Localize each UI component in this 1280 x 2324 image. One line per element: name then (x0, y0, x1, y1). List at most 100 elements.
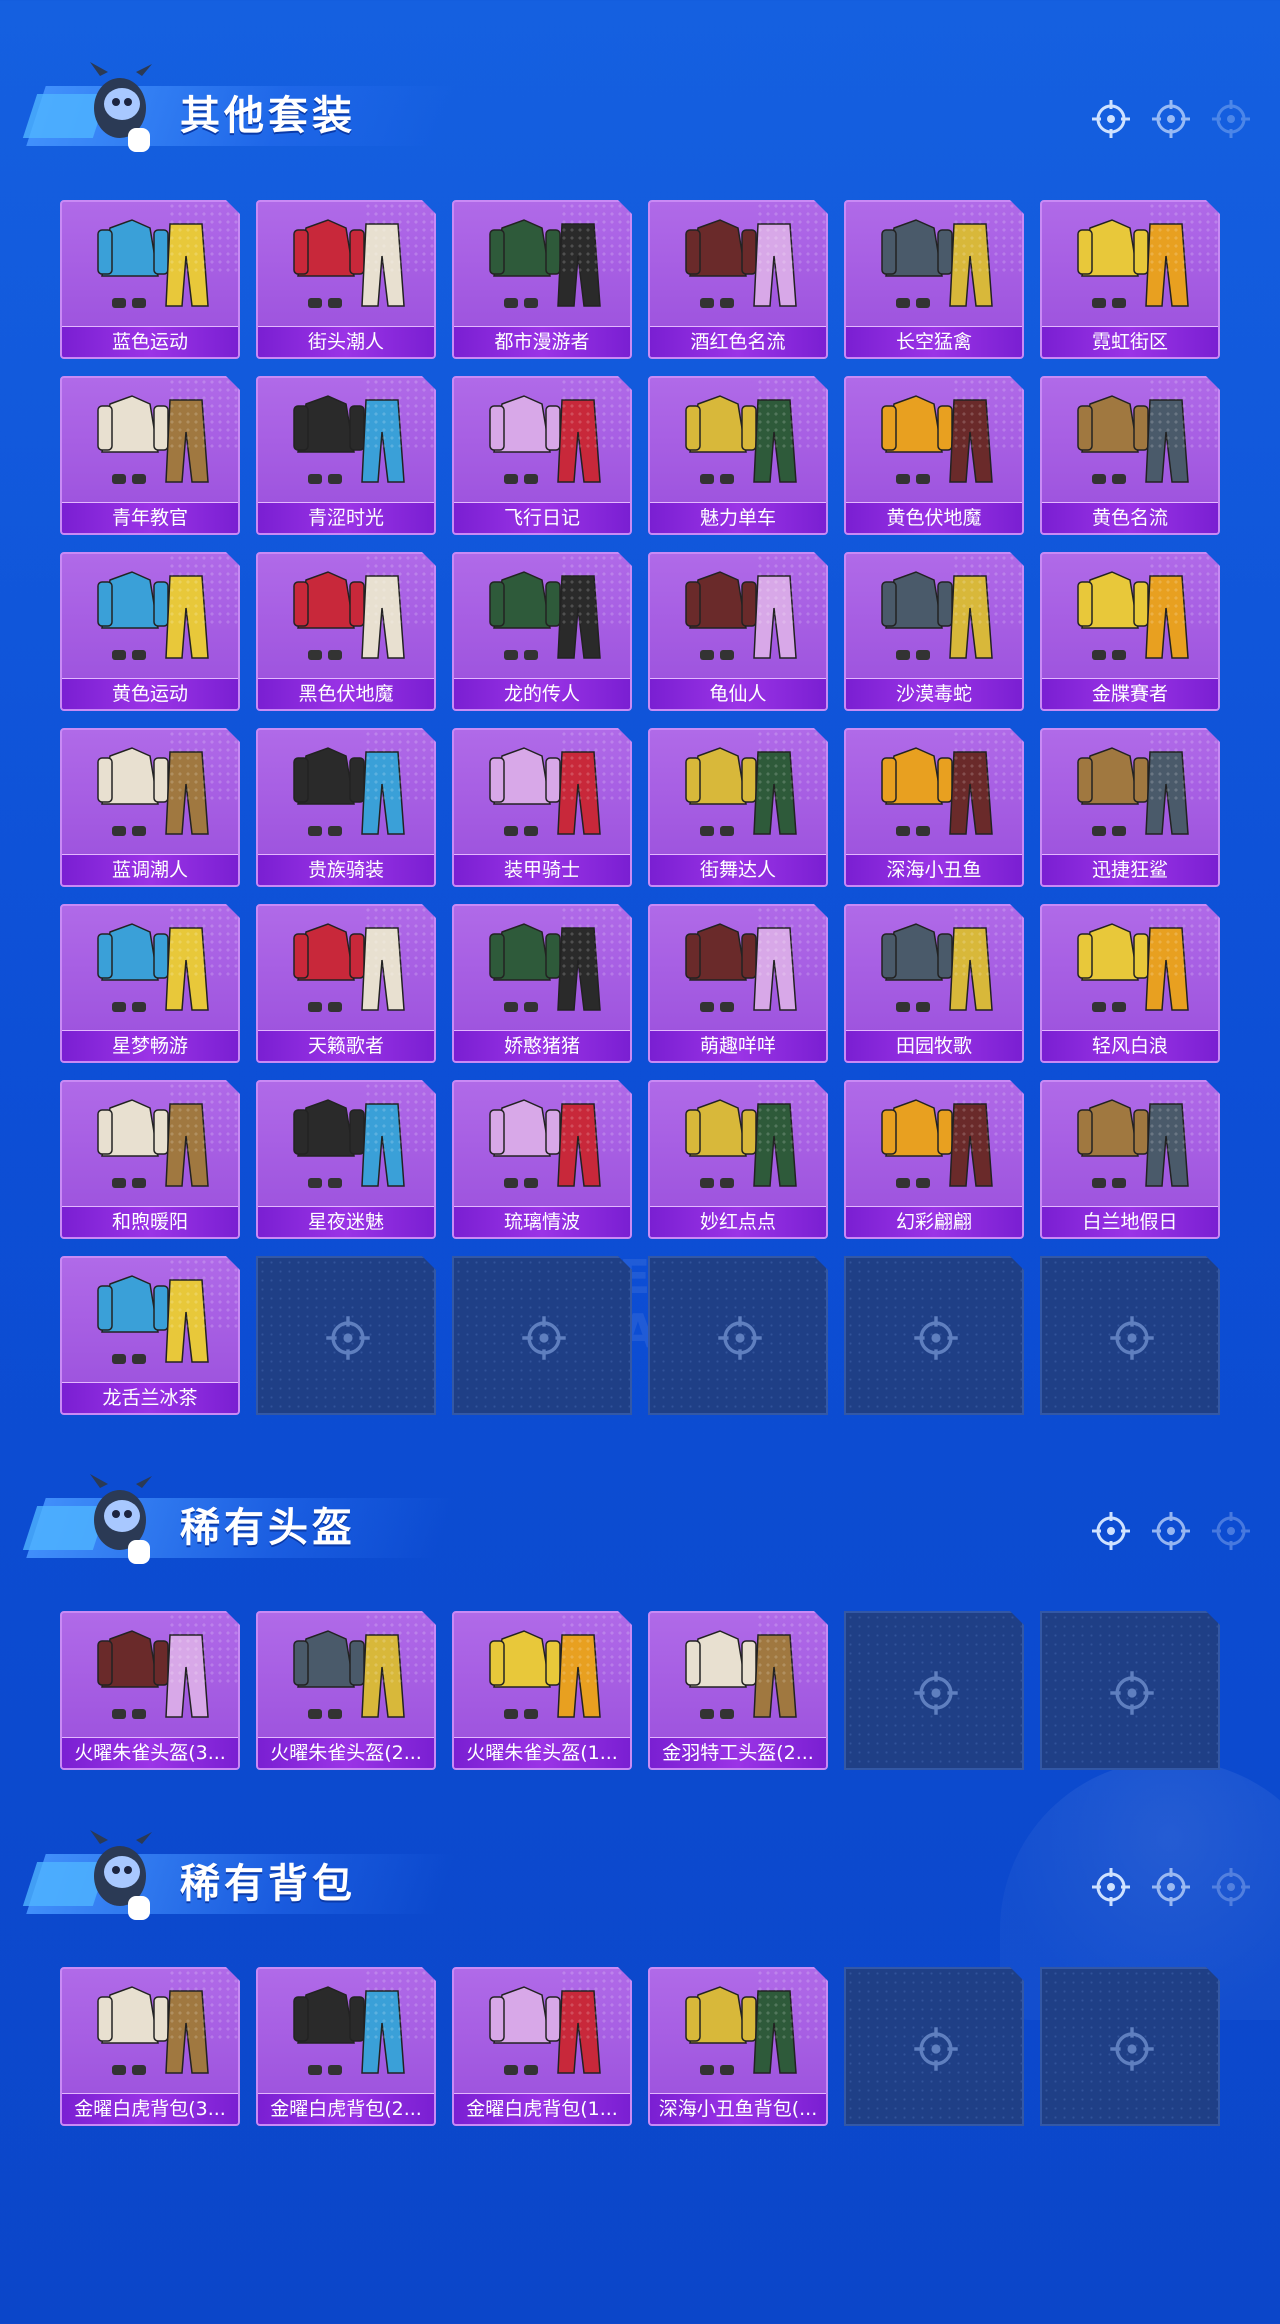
item-image (650, 206, 826, 328)
item-image (1042, 910, 1218, 1032)
item-image (454, 206, 630, 328)
item-card[interactable]: 都市漫游者 (452, 200, 632, 359)
item-card[interactable]: 飞行日记 (452, 376, 632, 535)
item-card[interactable]: 黄色名流 (1040, 376, 1220, 535)
empty-slot (256, 1256, 436, 1415)
item-card[interactable]: 霓虹街区 (1040, 200, 1220, 359)
item-name: 蓝调潮人 (62, 854, 238, 885)
item-card[interactable]: 火曜朱雀头盔(1... (452, 1611, 632, 1770)
empty-slot (844, 1967, 1024, 2126)
item-card[interactable]: 和煦暖阳 (60, 1080, 240, 1239)
item-image (846, 734, 1022, 856)
item-card[interactable]: 贵族骑装 (256, 728, 436, 887)
item-card[interactable]: 黄色运动 (60, 552, 240, 711)
item-image (258, 1086, 434, 1208)
item-card[interactable]: 龟仙人 (648, 552, 828, 711)
item-card[interactable]: 蓝色运动 (60, 200, 240, 359)
item-image (454, 1617, 630, 1739)
item-name: 龙的传人 (454, 678, 630, 709)
item-card[interactable]: 街舞达人 (648, 728, 828, 887)
item-image (62, 558, 238, 680)
item-card[interactable]: 龙舌兰冰茶 (60, 1256, 240, 1415)
item-card[interactable]: 深海小丑鱼 (844, 728, 1024, 887)
item-name: 白兰地假日 (1042, 1206, 1218, 1237)
item-name: 火曜朱雀头盔(1... (454, 1737, 630, 1768)
crosshair-icon (1212, 1512, 1250, 1550)
item-card[interactable]: 沙漠毒蛇 (844, 552, 1024, 711)
item-card[interactable]: 星夜迷魅 (256, 1080, 436, 1239)
crosshair-icon (1092, 1512, 1130, 1550)
item-card[interactable]: 轻风白浪 (1040, 904, 1220, 1063)
crosshair-icon (1108, 1669, 1156, 1717)
empty-slot (844, 1256, 1024, 1415)
item-image (62, 206, 238, 328)
item-card[interactable]: 娇憨猪猪 (452, 904, 632, 1063)
item-card[interactable]: 酒红色名流 (648, 200, 828, 359)
item-card[interactable]: 黄色伏地魔 (844, 376, 1024, 535)
item-name: 星夜迷魅 (258, 1206, 434, 1237)
item-name: 黄色伏地魔 (846, 502, 1022, 533)
item-card[interactable]: 魅力单车 (648, 376, 828, 535)
item-image (258, 910, 434, 1032)
mascot-icon (90, 1474, 152, 1564)
item-card[interactable]: 天籁歌者 (256, 904, 436, 1063)
item-card[interactable]: 青年教官 (60, 376, 240, 535)
item-image (258, 206, 434, 328)
item-card[interactable]: 金羽特工头盔(2... (648, 1611, 828, 1770)
item-card[interactable]: 田园牧歌 (844, 904, 1024, 1063)
item-name: 沙漠毒蛇 (846, 678, 1022, 709)
item-image (650, 558, 826, 680)
item-card[interactable]: 蓝调潮人 (60, 728, 240, 887)
crosshair-icon (1092, 100, 1130, 138)
item-card[interactable]: 金曜白虎背包(3... (60, 1967, 240, 2126)
item-image (454, 558, 630, 680)
crosshair-icon (912, 2025, 960, 2073)
item-image (846, 206, 1022, 328)
item-name: 轻风白浪 (1042, 1030, 1218, 1061)
item-card[interactable]: 妙红点点 (648, 1080, 828, 1239)
item-card[interactable]: 金牒賽者 (1040, 552, 1220, 711)
item-card[interactable]: 火曜朱雀头盔(3... (60, 1611, 240, 1770)
item-name: 深海小丑鱼背包(... (650, 2093, 826, 2124)
item-card[interactable]: 白兰地假日 (1040, 1080, 1220, 1239)
item-image (258, 1617, 434, 1739)
item-card[interactable]: 火曜朱雀头盔(2... (256, 1611, 436, 1770)
item-card[interactable]: 迅捷狂鲨 (1040, 728, 1220, 887)
item-card[interactable]: 装甲骑士 (452, 728, 632, 887)
item-card[interactable]: 青涩时光 (256, 376, 436, 535)
item-name: 娇憨猪猪 (454, 1030, 630, 1061)
item-card[interactable]: 龙的传人 (452, 552, 632, 711)
section-header-helmets: 稀有头盔 (0, 1468, 1280, 1588)
empty-slot (1040, 1611, 1220, 1770)
item-card[interactable]: 深海小丑鱼背包(... (648, 1967, 828, 2126)
section-title: 稀有头盔 (180, 1505, 356, 1551)
crosshair-icon (1108, 1314, 1156, 1362)
item-card[interactable]: 幻彩翩翩 (844, 1080, 1024, 1239)
item-card[interactable]: 街头潮人 (256, 200, 436, 359)
item-name: 龙舌兰冰茶 (62, 1382, 238, 1413)
item-image (650, 1973, 826, 2095)
item-name: 星梦畅游 (62, 1030, 238, 1061)
item-card[interactable]: 萌趣咩咩 (648, 904, 828, 1063)
item-card[interactable]: 长空猛禽 (844, 200, 1024, 359)
item-card[interactable]: 金曜白虎背包(1... (452, 1967, 632, 2126)
item-name: 火曜朱雀头盔(3... (62, 1737, 238, 1768)
helmet-grid: 火曜朱雀头盔(3... 火曜朱雀头盔(2... 火曜朱雀头盔(1... 金羽特工头盔(… (60, 1611, 1220, 1770)
item-image (62, 1617, 238, 1739)
item-image (454, 382, 630, 504)
empty-slot (648, 1256, 828, 1415)
item-card[interactable]: 星梦畅游 (60, 904, 240, 1063)
item-name: 天籁歌者 (258, 1030, 434, 1061)
item-card[interactable]: 金曜白虎背包(2... (256, 1967, 436, 2126)
item-name: 琉璃情波 (454, 1206, 630, 1237)
item-name: 魅力单车 (650, 502, 826, 533)
item-card[interactable]: 黑色伏地魔 (256, 552, 436, 711)
header-decoration (1090, 1866, 1252, 1908)
item-image (62, 734, 238, 856)
empty-slot (452, 1256, 632, 1415)
item-name: 金牒賽者 (1042, 678, 1218, 709)
item-card[interactable]: 琉璃情波 (452, 1080, 632, 1239)
item-image (1042, 206, 1218, 328)
mascot-icon (90, 62, 152, 152)
item-name: 金曜白虎背包(2... (258, 2093, 434, 2124)
